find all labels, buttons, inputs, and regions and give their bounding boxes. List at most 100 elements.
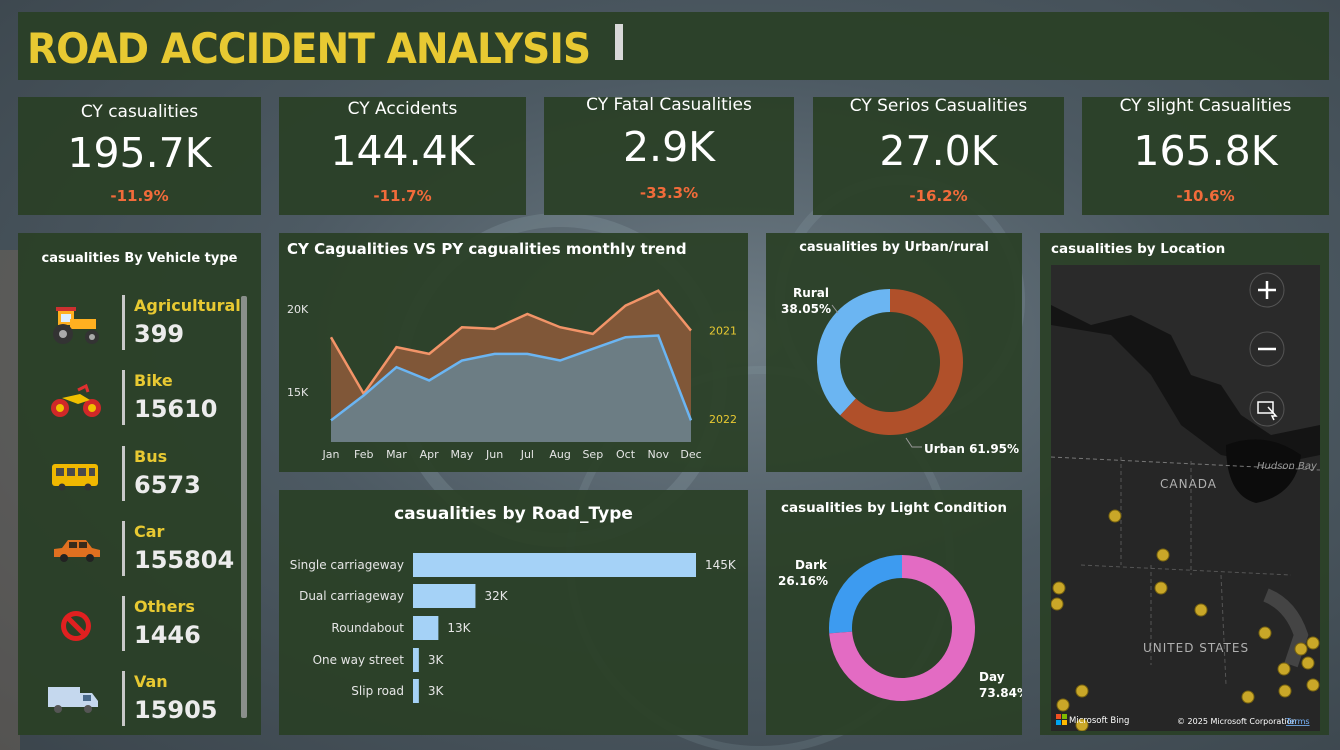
slice-label-day: Day xyxy=(979,670,1005,684)
vehicle-row-car[interactable]: Car 155804 xyxy=(18,521,238,579)
vehicle-scrollbar[interactable] xyxy=(241,296,247,718)
kpi-label: CY Serios Casualities xyxy=(849,97,1028,116)
y-tick-label: 15K xyxy=(287,386,309,399)
slice-value-rural: 38.05% xyxy=(781,302,831,316)
slice-label-rural: Rural xyxy=(793,286,829,300)
urban-rural-donut[interactable]: Rural 38.05% Urban 61.95% xyxy=(766,233,1022,472)
vehicle-row-bike[interactable]: Bike 15610 xyxy=(18,370,238,428)
bar[interactable] xyxy=(413,553,696,577)
cursor-bar xyxy=(615,24,623,60)
bar-value-label: 3K xyxy=(428,653,445,667)
map-label-canada: CANADA xyxy=(1160,477,1217,491)
kpi-card-casualities[interactable]: CY casualities 195.7K -11.9% xyxy=(18,97,261,215)
vehicle-name: Others xyxy=(134,597,195,616)
kpi-value: 144.4K xyxy=(330,127,475,175)
motorbike-icon xyxy=(51,383,101,417)
vehicle-value: 1446 xyxy=(134,621,201,649)
x-tick-label: Nov xyxy=(648,448,670,461)
slice-value-dark: 26.16% xyxy=(778,574,828,588)
vehicle-value: 15610 xyxy=(134,395,218,423)
kpi-change: -11.7% xyxy=(373,187,432,205)
kpi-label: CY Fatal Casualities xyxy=(586,97,752,115)
row-divider xyxy=(122,446,125,501)
vehicle-name: Bike xyxy=(134,371,173,390)
bar-value-label: 145K xyxy=(705,558,737,572)
x-tick-label: Aug xyxy=(549,448,570,461)
map-label-us: UNITED STATES xyxy=(1143,641,1249,655)
zoom-in-button[interactable] xyxy=(1249,272,1285,308)
kpi-value: 165.8K xyxy=(1133,127,1278,175)
vehicle-name: Van xyxy=(134,672,168,691)
x-tick-label: Dec xyxy=(680,448,701,461)
x-tick-label: Jun xyxy=(485,448,503,461)
vehicle-name: Bus xyxy=(134,447,168,466)
x-tick-label: Jul xyxy=(520,448,534,461)
bar[interactable] xyxy=(413,616,439,640)
kpi-change: -11.9% xyxy=(110,187,169,205)
row-divider xyxy=(122,521,125,576)
kpi-label: CY Accidents xyxy=(347,99,458,119)
terms-link[interactable]: Terms xyxy=(1285,717,1310,726)
slice-label-dark: Dark xyxy=(795,558,828,572)
donut-slice-dark[interactable] xyxy=(829,555,902,634)
car-icon xyxy=(54,540,100,562)
bar[interactable] xyxy=(413,584,476,608)
series-label: 2022 xyxy=(709,413,737,426)
leader-line xyxy=(905,437,922,448)
tractor-icon xyxy=(53,307,99,344)
vehicle-row-agricultural[interactable]: Agricultural 399 xyxy=(18,295,241,353)
vehicle-value: 399 xyxy=(134,320,185,348)
leader-line xyxy=(831,304,839,314)
row-divider xyxy=(122,295,125,350)
vehicle-name: Agricultural xyxy=(134,296,241,315)
no-entry-icon xyxy=(61,611,91,641)
bar[interactable] xyxy=(413,648,419,672)
bar-value-label: 32K xyxy=(484,589,508,603)
row-divider xyxy=(122,370,125,425)
location-map[interactable]: Hudson Bay CANADA UNITED STATES Microsof… xyxy=(1051,265,1320,731)
vehicle-row-bus[interactable]: Bus 6573 xyxy=(18,446,238,504)
zoom-out-button[interactable] xyxy=(1249,331,1285,367)
kpi-value: 27.0K xyxy=(879,127,998,175)
map-label-hudson: Hudson Bay xyxy=(1257,461,1318,472)
x-tick-label: Jan xyxy=(322,448,340,461)
kpi-card-accidents[interactable]: CY Accidents 144.4K -11.7% xyxy=(279,97,526,215)
x-tick-label: Apr xyxy=(420,448,440,461)
location-map-panel: casualities by Location Hudson Bay CANAD… xyxy=(1040,233,1329,735)
kpi-value: 195.7K xyxy=(67,129,212,177)
bar-value-label: 13K xyxy=(447,621,471,635)
road-type-bar-chart[interactable]: Single carriageway 145K Dual carriageway 32… xyxy=(279,490,748,735)
x-tick-label: Feb xyxy=(354,448,373,461)
trend-chart[interactable]: 15K 20K Jan Feb Mar Apr May Jun Jul Aug Sep Oct Nov D… xyxy=(279,233,748,472)
vehicle-value: 155804 xyxy=(134,546,235,574)
kpi-change: -16.2% xyxy=(909,187,968,205)
select-area-button[interactable] xyxy=(1249,391,1285,427)
light-condition-donut[interactable]: Dark 26.16% Day 73.84% xyxy=(766,490,1022,735)
kpi-card-slight[interactable]: CY slight Casualities 165.8K -10.6% xyxy=(1082,97,1329,215)
urban-rural-chart-panel: casualities by Urban/rural Rural 38.05% Ur… xyxy=(766,233,1022,472)
bar[interactable] xyxy=(413,679,419,703)
kpi-change: -10.6% xyxy=(1176,187,1235,205)
kpi-label: CY casualities xyxy=(80,102,199,122)
bar-category-label: Dual carriageway xyxy=(299,589,404,603)
bus-icon xyxy=(52,464,98,491)
vehicle-row-van[interactable]: Van 15905 xyxy=(18,671,238,729)
bing-attribution: Microsoft Bing xyxy=(1069,716,1129,726)
y-tick-label: 20K xyxy=(287,303,309,316)
slice-label-urban: Urban 61.95% xyxy=(924,442,1019,456)
bar-category-label: Single carriageway xyxy=(290,558,404,572)
kpi-card-serious[interactable]: CY Serios Casualities 27.0K -16.2% xyxy=(813,97,1064,215)
series-label: 2021 xyxy=(709,325,737,338)
bar-value-label: 3K xyxy=(428,684,445,698)
vehicle-panel-title: casualities By Vehicle type xyxy=(41,251,238,266)
map-title: casualities by Location xyxy=(1051,241,1226,257)
x-tick-label: May xyxy=(451,448,474,461)
x-tick-label: Mar xyxy=(386,448,407,461)
vehicle-name: Car xyxy=(134,522,165,541)
bar-category-label: Slip road xyxy=(351,684,404,698)
vehicle-row-others[interactable]: Others 1446 xyxy=(18,596,238,654)
kpi-card-fatal[interactable]: CY Fatal Casualities 2.9K -33.3% xyxy=(544,97,794,215)
row-divider xyxy=(122,671,125,726)
light-condition-chart-panel: casualities by Light Condition Dark 26.16… xyxy=(766,490,1022,735)
x-tick-label: Oct xyxy=(616,448,636,461)
